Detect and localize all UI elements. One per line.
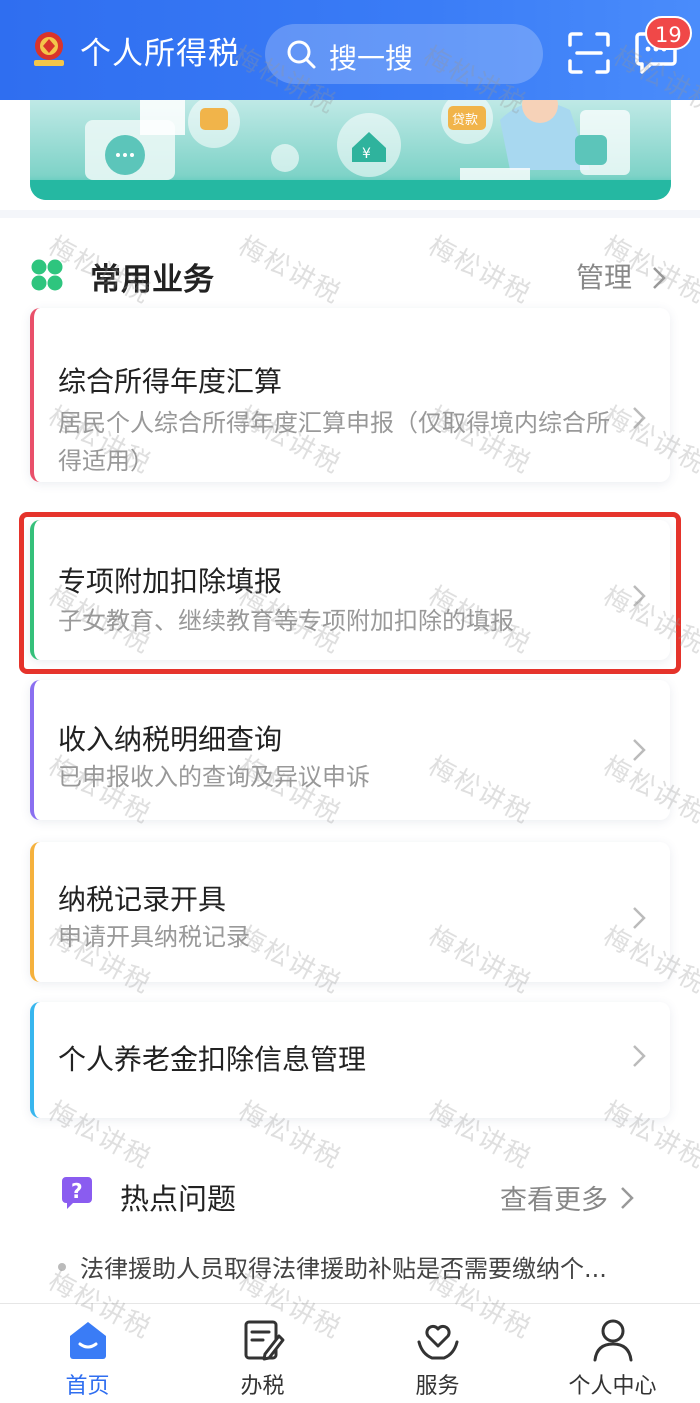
nav-label: 首页 (65, 1374, 110, 1399)
service-title: 专项附加扣除填报 (58, 565, 283, 598)
service-card-special-deduction[interactable]: 专项附加扣除填报 子女教育、继续教育等专项附加扣除的填报 (30, 520, 670, 660)
nav-service[interactable]: 服务 (350, 1304, 525, 1403)
search-box[interactable]: 搜一搜 (265, 24, 543, 84)
nav-personal-center[interactable]: 个人中心 (525, 1304, 700, 1403)
service-title: 纳税记录开具 (58, 883, 227, 916)
banner-illustration: ¥ 贷款 (30, 100, 671, 200)
clover-icon (31, 259, 63, 291)
tax-doc-icon (244, 1320, 285, 1361)
service-title: 个人养老金扣除信息管理 (58, 1043, 367, 1076)
nav-tax[interactable]: 办税 (175, 1304, 350, 1403)
person-icon (593, 1319, 633, 1362)
chevron-right-icon (633, 407, 646, 429)
list-bullet (58, 1263, 66, 1271)
top-header: 个人所得税 搜一搜 19 (0, 0, 700, 100)
chevron-right-icon (633, 585, 646, 607)
service-desc: 已申报收入的查询及异议申诉 (58, 763, 370, 791)
service-card-income-query[interactable]: 收入纳税明细查询 已申报收入的查询及异议申诉 (30, 680, 670, 820)
search-placeholder: 搜一搜 (329, 42, 414, 75)
search-icon (287, 40, 316, 69)
banner-loan-tag: 贷款 (452, 113, 478, 128)
chevron-right-icon (633, 907, 646, 929)
question-icon: ? (62, 1177, 92, 1209)
chevron-right-icon[interactable] (620, 1186, 634, 1210)
message-badge: 19 (645, 16, 692, 50)
hot-questions-title: 热点问题 (120, 1182, 237, 1216)
banner-yen: ¥ (362, 146, 371, 162)
heart-hands-icon (417, 1324, 459, 1360)
chevron-right-icon[interactable] (652, 266, 666, 290)
service-desc: 申请开具纳税记录 (58, 923, 250, 951)
nav-home[interactable]: 首页 (0, 1304, 175, 1403)
service-desc: 居民个人综合所得年度汇算申报（仅取得境内综合所得适用） (58, 409, 610, 475)
tax-emblem-icon (34, 32, 64, 66)
promo-banner[interactable]: ¥ 贷款 (30, 100, 671, 200)
service-title: 收入纳税明细查询 (58, 723, 283, 756)
chevron-right-icon (633, 739, 646, 761)
service-card-pension-deduction[interactable]: 个人养老金扣除信息管理 (30, 1002, 670, 1118)
bottom-nav: 首页 办税 服务 个人中心 (0, 1303, 700, 1403)
hot-question-item[interactable]: 法律援助人员取得法律援助补贴是否需要缴纳个... (80, 1249, 640, 1284)
view-more-link[interactable]: 查看更多 (500, 1178, 608, 1217)
service-desc: 子女教育、继续教育等专项附加扣除的填报 (58, 607, 514, 635)
svg-text:?: ? (71, 1179, 83, 1203)
service-card-tax-record[interactable]: 纳税记录开具 申请开具纳税记录 (30, 842, 670, 982)
manage-link[interactable]: 管理 (576, 256, 632, 296)
scan-icon[interactable] (567, 31, 611, 75)
nav-label: 办税 (240, 1374, 285, 1399)
service-card-annual-settlement[interactable]: 综合所得年度汇算 居民个人综合所得年度汇算申报（仅取得境内综合所得适用） (30, 308, 670, 482)
chevron-right-icon (633, 1045, 646, 1067)
nav-label: 个人中心 (568, 1374, 657, 1399)
home-icon (70, 1322, 106, 1359)
common-services-section: 常用业务 管理 综合所得年度汇算 居民个人综合所得年度汇算申报（仅取得境内综合所… (0, 218, 700, 1303)
nav-label: 服务 (415, 1374, 460, 1399)
section-title: 常用业务 (90, 262, 214, 298)
app-title: 个人所得税 (80, 36, 240, 72)
banner-area: ¥ 贷款 (0, 100, 700, 210)
service-title: 综合所得年度汇算 (58, 365, 283, 398)
